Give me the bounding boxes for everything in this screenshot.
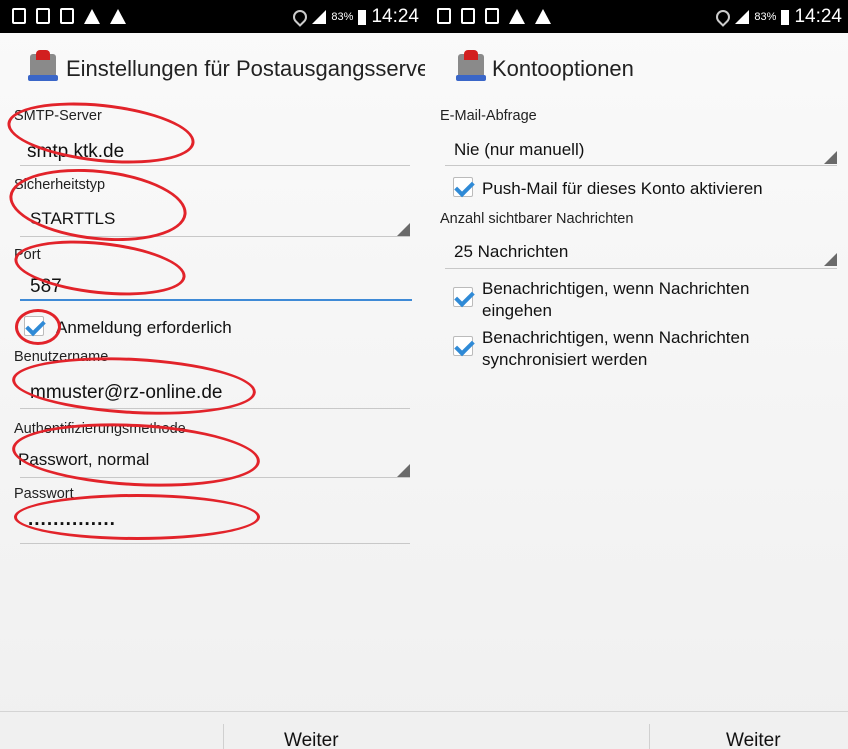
port-underline xyxy=(20,299,412,301)
smtp-server-underline xyxy=(20,165,410,166)
visible-messages-label: Anzahl sichtbarer Nachrichten xyxy=(440,211,634,227)
warning-icon xyxy=(84,9,100,24)
highlight-ring xyxy=(15,309,61,345)
gallery-icon xyxy=(12,8,26,24)
notify-sync-label: Benachrichtigen, wenn Nachrichten synchr… xyxy=(482,328,750,369)
check-frequency-label: E-Mail-Abfrage xyxy=(440,108,537,124)
push-mail-checkbox[interactable] xyxy=(453,177,473,197)
notify-incoming-checkbox[interactable] xyxy=(453,287,473,307)
clipboard-icon xyxy=(60,8,74,24)
check-frequency-underline xyxy=(445,165,837,166)
sim-icon xyxy=(36,8,50,24)
highlight-ring xyxy=(10,351,258,421)
next-button[interactable]: Weiter xyxy=(284,730,339,749)
gallery-icon xyxy=(437,8,451,24)
outgoing-server-settings-screen: 83% 14:24 Einstellungen für Postausgangs… xyxy=(0,0,425,749)
visible-messages-underline xyxy=(445,268,837,269)
battery-icon xyxy=(781,9,790,25)
clock: 14:24 xyxy=(371,6,419,27)
signal-icon xyxy=(735,10,750,24)
account-options-screen: 83% 14:24 Kontooptionen E-Mail-Abfrage N… xyxy=(425,0,848,749)
login-required-label: Anmeldung erforderlich xyxy=(56,318,232,337)
battery-percent: 83% xyxy=(331,11,354,23)
visible-messages-select[interactable]: 25 Nachrichten xyxy=(454,242,568,262)
status-bar: 83% 14:24 xyxy=(0,0,425,33)
dropdown-arrow-icon[interactable] xyxy=(397,464,410,477)
warning-icon xyxy=(110,9,126,24)
clock: 14:24 xyxy=(794,6,842,27)
check-frequency-select[interactable]: Nie (nur manuell) xyxy=(454,140,584,160)
warning-icon xyxy=(509,9,525,24)
status-bar: 83% 14:24 xyxy=(425,0,848,33)
footer-separator xyxy=(649,724,650,749)
wifi-icon xyxy=(713,7,734,27)
highlight-ring xyxy=(14,494,260,540)
email-app-icon xyxy=(28,50,58,81)
footer-divider xyxy=(0,711,425,712)
battery-icon xyxy=(358,9,367,25)
wifi-icon xyxy=(290,7,311,27)
page-title: Einstellungen für Postausgangsserver xyxy=(66,56,425,81)
push-mail-label: Push-Mail für dieses Konto aktivieren xyxy=(482,179,763,198)
dropdown-arrow-icon[interactable] xyxy=(824,253,837,266)
warning-icon xyxy=(535,9,551,24)
dropdown-arrow-icon[interactable] xyxy=(397,223,410,236)
next-button[interactable]: Weiter xyxy=(726,730,781,749)
sim-icon xyxy=(461,8,475,24)
notify-incoming-label: Benachrichtigen, wenn Nachrichten eingeh… xyxy=(482,279,750,320)
email-app-icon xyxy=(456,50,486,81)
dropdown-arrow-icon[interactable] xyxy=(824,151,837,164)
page-title: Kontooptionen xyxy=(492,56,634,81)
notify-sync-checkbox[interactable] xyxy=(453,336,473,356)
footer-separator xyxy=(223,724,224,749)
clipboard-icon xyxy=(485,8,499,24)
signal-icon xyxy=(312,10,327,24)
footer-divider xyxy=(425,711,848,712)
battery-percent: 83% xyxy=(754,11,777,23)
highlight-ring xyxy=(10,417,262,493)
password-underline xyxy=(20,543,410,544)
